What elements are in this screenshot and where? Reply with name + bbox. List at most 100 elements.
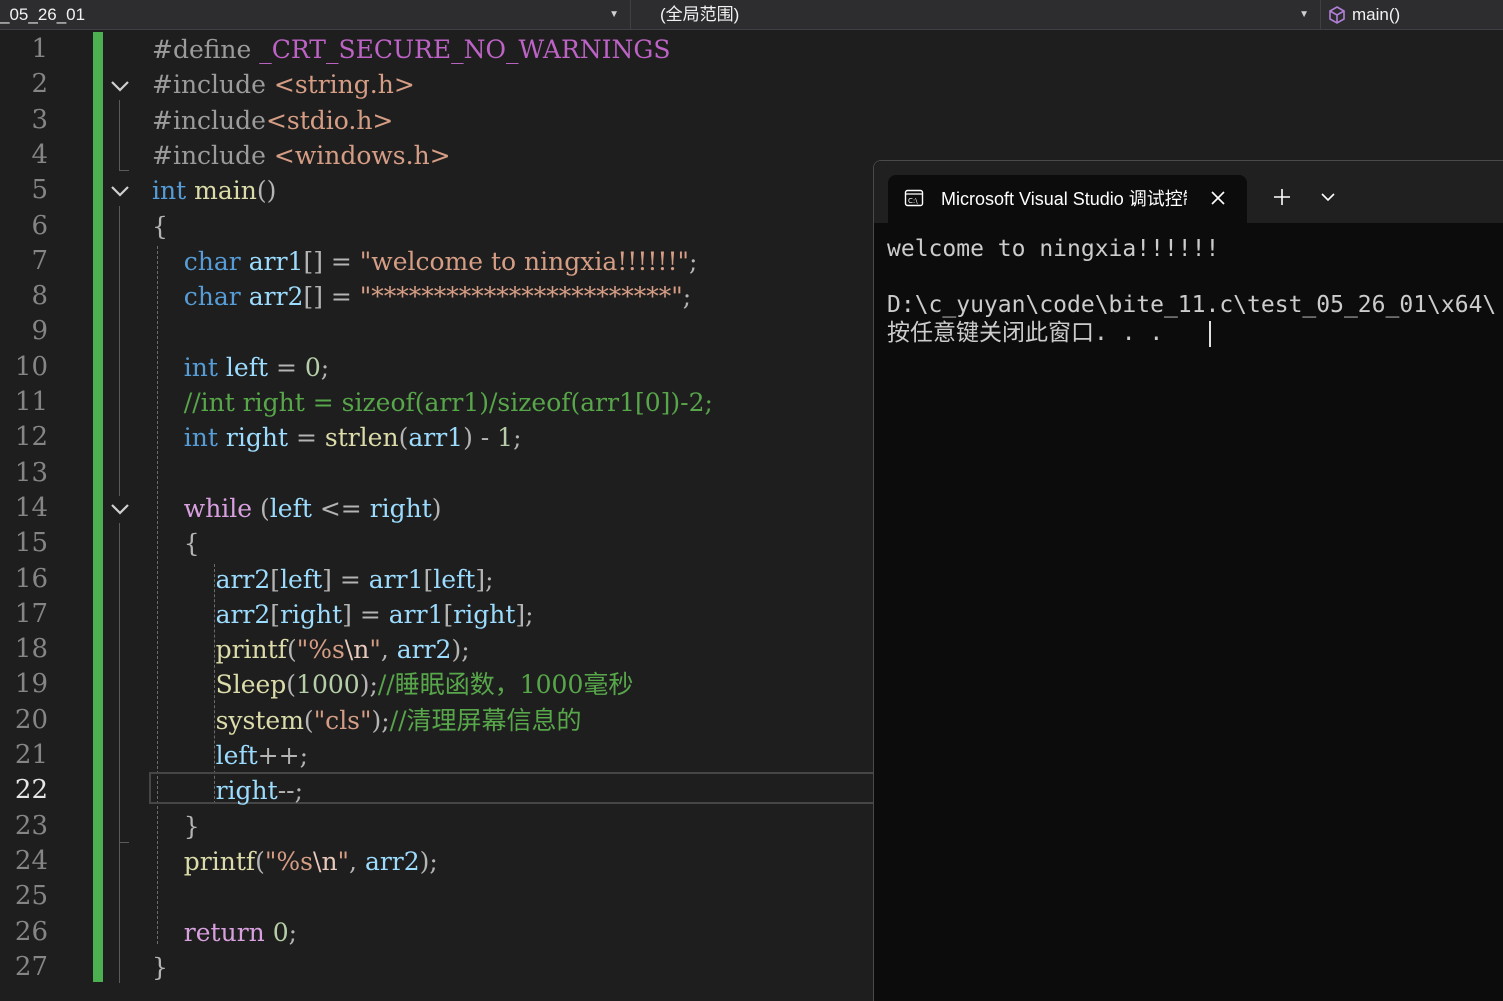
console-title-bar[interactable]: C:\ Microsoft Visual Studio 调试控制台 xyxy=(874,161,1503,223)
code-token: arr2 xyxy=(215,564,271,594)
method-cube-icon xyxy=(1329,6,1345,24)
debug-console-window[interactable]: C:\ Microsoft Visual Studio 调试控制台 welcom… xyxy=(873,160,1503,1001)
code-line[interactable]: } xyxy=(152,950,168,985)
code-token: { xyxy=(183,529,200,559)
member-combo[interactable]: main() xyxy=(1326,2,1503,27)
code-token: //int right = sizeof(arr1)/sizeof(arr1[0… xyxy=(183,388,713,417)
code-token: " xyxy=(369,635,381,665)
global-scope-combo[interactable]: (全局范围) ▼ xyxy=(660,2,1315,27)
code-line[interactable]: } xyxy=(152,809,200,844)
line-number: 4 xyxy=(31,139,48,170)
code-token: arr1 xyxy=(388,599,444,629)
code-line[interactable]: right--; xyxy=(152,773,303,808)
code-line[interactable]: char arr2[] = "************************"… xyxy=(152,279,691,314)
code-line[interactable]: while (left <= right) xyxy=(152,491,442,526)
code-line[interactable]: int right = strlen(arr1) - 1; xyxy=(152,420,522,455)
console-output-line: 按任意键关闭此窗口. . . xyxy=(887,320,1164,346)
collapse-main-icon[interactable] xyxy=(108,179,132,203)
code-token: ]; xyxy=(515,599,534,629)
svg-text:C:\: C:\ xyxy=(908,197,918,205)
code-line[interactable]: arr2[left] = arr1[left]; xyxy=(152,562,494,597)
code-token: arr1 xyxy=(248,246,304,276)
code-line[interactable]: { xyxy=(152,209,168,244)
code-line[interactable]: arr2[right] = arr1[right]; xyxy=(152,597,534,632)
plus-icon[interactable] xyxy=(1272,187,1292,207)
code-line[interactable]: #include <windows.h> xyxy=(152,138,451,173)
code-line[interactable]: char arr1[] = "welcome to ningxia!!!!!!"… xyxy=(152,244,698,279)
collapse-includes-icon[interactable] xyxy=(108,74,132,98)
collapse-while-icon[interactable] xyxy=(108,497,132,521)
code-token: () xyxy=(256,176,277,206)
change-tracking-bar xyxy=(93,32,103,982)
code-line[interactable]: //int right = sizeof(arr1)/sizeof(arr1[0… xyxy=(152,385,713,420)
code-token: int xyxy=(183,423,218,453)
outline-line xyxy=(119,206,120,496)
line-number: 26 xyxy=(14,916,48,947)
code-line[interactable]: return 0; xyxy=(152,915,297,950)
code-token: } xyxy=(183,811,200,841)
console-tab-title: Microsoft Visual Studio 调试控制台 xyxy=(941,189,1187,209)
code-token: left xyxy=(225,352,268,382)
code-token: ++; xyxy=(257,741,308,770)
code-line[interactable]: printf("%s\n", arr2); xyxy=(152,632,470,667)
code-token: ; xyxy=(320,352,330,382)
global-scope-value: (全局范围) xyxy=(660,5,740,24)
code-token: char xyxy=(183,246,241,276)
code-line[interactable]: #include <string.h> xyxy=(152,67,415,102)
code-editor[interactable]: 1 2 3 4 5 6 7 8 9 10 11 12 13 14 15 16 17 18 19 20 21 22 23 24 2… xyxy=(0,30,873,987)
code-token: arr2 xyxy=(215,599,271,629)
code-token: { xyxy=(152,211,168,241)
code-token: #define xyxy=(152,35,260,64)
code-token: [] = xyxy=(303,282,360,312)
code-token: ] = xyxy=(322,564,369,594)
line-number: 17 xyxy=(14,598,48,629)
code-token: <stdio.h> xyxy=(265,105,394,135)
line-number: 7 xyxy=(31,245,48,276)
line-number: 20 xyxy=(14,704,48,735)
code-line[interactable]: left++; xyxy=(152,738,308,773)
code-token: //清理屏幕信息的 xyxy=(389,705,582,735)
code-token: ]; xyxy=(475,564,494,594)
line-number: 18 xyxy=(14,634,48,665)
code-token: ] = xyxy=(342,599,389,629)
code-line[interactable]: #include<stdio.h> xyxy=(152,103,393,138)
code-line[interactable]: { xyxy=(152,526,200,561)
code-line[interactable]: int left = 0; xyxy=(152,350,329,385)
outline-line xyxy=(119,100,120,170)
dropdown-arrow-icon[interactable]: ▼ xyxy=(609,2,619,27)
code-token: _CRT_SECURE_NO_WARNINGS xyxy=(259,35,671,64)
code-line[interactable]: int main() xyxy=(152,173,276,208)
code-line[interactable]: #define _CRT_SECURE_NO_WARNINGS xyxy=(152,32,671,67)
code-token: ); xyxy=(371,705,390,735)
chevron-down-icon[interactable] xyxy=(1320,190,1336,204)
dropdown-arrow-icon[interactable]: ▼ xyxy=(1299,2,1309,27)
code-line[interactable]: Sleep(1000);//睡眠函数，1000毫秒 xyxy=(152,667,634,702)
code-token: printf xyxy=(183,846,256,876)
code-token: arr2 xyxy=(248,282,304,312)
line-number: 15 xyxy=(14,528,48,559)
code-token: ( xyxy=(286,635,297,665)
close-icon[interactable] xyxy=(1208,188,1228,208)
code-token: = xyxy=(268,352,305,382)
code-token: [ xyxy=(443,599,454,629)
file-scope-combo[interactable]: _05_26_01 ▼ xyxy=(0,2,625,27)
code-token: <= xyxy=(311,493,370,523)
code-token: ( xyxy=(286,670,297,700)
code-line[interactable]: printf("%s\n", arr2); xyxy=(152,844,438,879)
code-token: ; xyxy=(682,282,692,312)
code-line[interactable]: system("cls");//清理屏幕信息的 xyxy=(152,703,582,738)
code-token: ) xyxy=(431,493,442,523)
code-token: system xyxy=(215,705,304,735)
console-tab[interactable]: C:\ Microsoft Visual Studio 调试控制台 xyxy=(888,175,1247,223)
code-token: "************************" xyxy=(359,282,683,312)
